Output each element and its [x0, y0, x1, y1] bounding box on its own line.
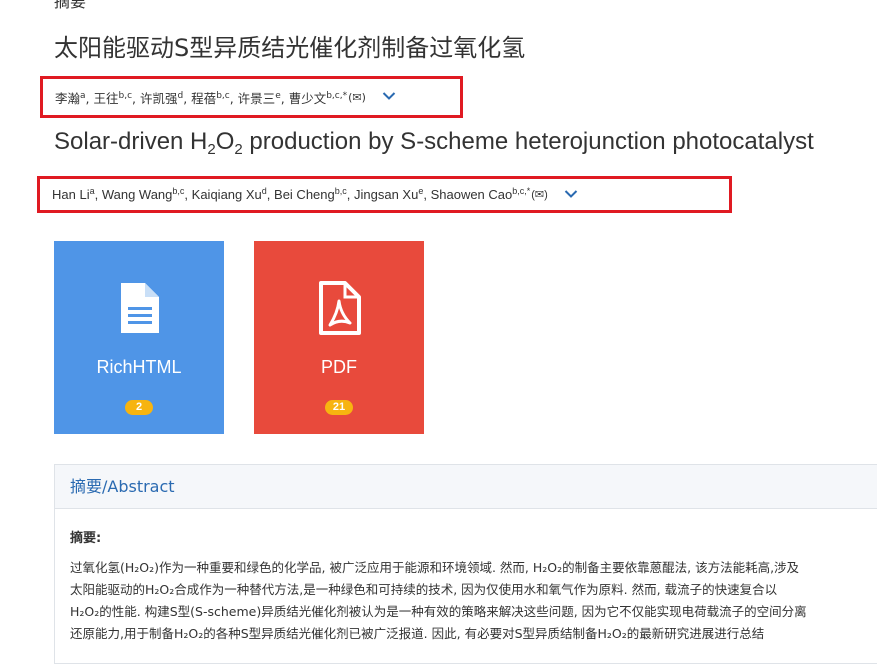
author-list-en: Han Lia, Wang Wangb,c, Kaiqiang Xud, Bei… [37, 176, 732, 213]
mail-icon[interactable]: (✉) [348, 91, 366, 104]
author-separator: , [94, 187, 102, 202]
author-names-cn: 李瀚a, 王往b,c, 许凯强d, 程蓓b,c, 许景三e, 曹少文b,c,* [55, 88, 347, 107]
abstract-label: 摘要: [70, 531, 102, 546]
author-name[interactable]: Wang Wangb,c [101, 186, 185, 203]
author-name[interactable]: Jingsan Xue [354, 187, 423, 203]
abstract-line: 过氧化氢(H₂O₂)作为一种重要和绿色的化学品, 被广泛应用于能源和环境领域. … [70, 560, 800, 575]
author-name-text: 王往 [93, 90, 119, 106]
author-name[interactable]: 许景三e [238, 91, 281, 106]
author-separator: , [266, 187, 275, 202]
abstract-line: 太阳能驱动的H₂O₂合成作为一种替代方法,是一种绿色和可持续的技术, 因为仅使用… [70, 582, 778, 597]
author-name[interactable]: 曹少文b,c,* [289, 91, 347, 106]
author-name-text: 李瀚 [55, 90, 81, 106]
author-separator: , [423, 187, 431, 202]
author-names-en: Han Lia, Wang Wangb,c, Kaiqiang Xud, Bei… [52, 186, 531, 203]
page-top-fragment: 摘要 [54, 0, 87, 11]
author-name[interactable]: 许凯强d [140, 91, 183, 106]
pdf-file-icon [315, 281, 363, 335]
author-name-text: 程蓓 [191, 90, 217, 106]
pdf-label: PDF [321, 357, 357, 377]
author-name-text: 曹少文 [288, 90, 327, 106]
author-name-text: Shaowen Cao [430, 187, 513, 202]
abstract-panel: 摘要/Abstract 摘要: 过氧化氢(H₂O₂)作为一种重要和绿色的化学品,… [54, 464, 877, 664]
author-affiliation-sup: b,c [334, 186, 347, 196]
author-name[interactable]: 程蓓b,c [191, 91, 230, 106]
mail-icon[interactable]: (✉) [531, 188, 548, 201]
abstract-line: H₂O₂的性能. 构建S型(S-scheme)异质结光催化剂被认为是一种有效的策… [70, 604, 807, 619]
author-name-text: 许凯强 [139, 90, 178, 106]
pdf-button[interactable]: PDF 21 [254, 241, 424, 434]
abstract-text: 过氧化氢(H₂O₂)作为一种重要和绿色的化学品, 被广泛应用于能源和环境领域. … [70, 557, 877, 645]
author-separator: , [346, 187, 354, 202]
richhtml-label: RichHTML [96, 357, 182, 377]
author-name[interactable]: 王往b,c [93, 91, 132, 106]
richhtml-count-badge: 2 [125, 400, 153, 415]
author-name[interactable]: Bei Chengb,c [274, 186, 347, 203]
author-affiliation-sup: b,c [118, 90, 133, 101]
pdf-count-badge: 21 [325, 400, 353, 415]
author-list-cn: 李瀚a, 王往b,c, 许凯强d, 程蓓b,c, 许景三e, 曹少文b,c,* … [40, 76, 463, 118]
author-name-text: Wang Wang [101, 187, 173, 202]
chevron-down-icon[interactable] [564, 189, 578, 201]
author-name[interactable]: Han Lia [52, 187, 95, 203]
author-affiliation-sup: b,c [172, 186, 185, 196]
author-separator: , [184, 187, 192, 202]
author-name-text: Bei Cheng [274, 187, 335, 202]
author-name-text: Han Li [52, 187, 90, 202]
article-title-en: Solar-driven H2O2 production by S-scheme… [54, 128, 814, 158]
author-name[interactable]: Shaowen Caob,c,* [430, 186, 531, 203]
author-name[interactable]: 李瀚a [55, 91, 86, 106]
author-separator: , [183, 90, 192, 106]
author-separator: , [280, 90, 289, 106]
author-name-text: 许景三 [237, 90, 276, 106]
richhtml-button[interactable]: RichHTML 2 [54, 241, 224, 434]
chevron-down-icon[interactable] [382, 91, 396, 103]
author-affiliation-sup: b,c,* [512, 186, 531, 196]
author-affiliation-sup: b,c [216, 90, 230, 101]
abstract-line: 还原能力,用于制备H₂O₂的各种S型异质结光催化剂已被广泛报道. 因此, 有必要… [70, 626, 765, 641]
abstract-panel-header[interactable]: 摘要/Abstract [55, 465, 877, 509]
document-icon [115, 281, 163, 335]
author-separator: , [132, 90, 140, 106]
author-name[interactable]: Kaiqiang Xud [191, 187, 267, 203]
author-name-text: Jingsan Xu [354, 187, 419, 202]
author-separator: , [229, 90, 238, 106]
author-affiliation-sup: b,c,* [326, 90, 348, 101]
author-name-text: Kaiqiang Xu [191, 187, 262, 202]
article-title-cn: 太阳能驱动S型异质结光催化剂制备过氧化氢 [54, 34, 526, 62]
